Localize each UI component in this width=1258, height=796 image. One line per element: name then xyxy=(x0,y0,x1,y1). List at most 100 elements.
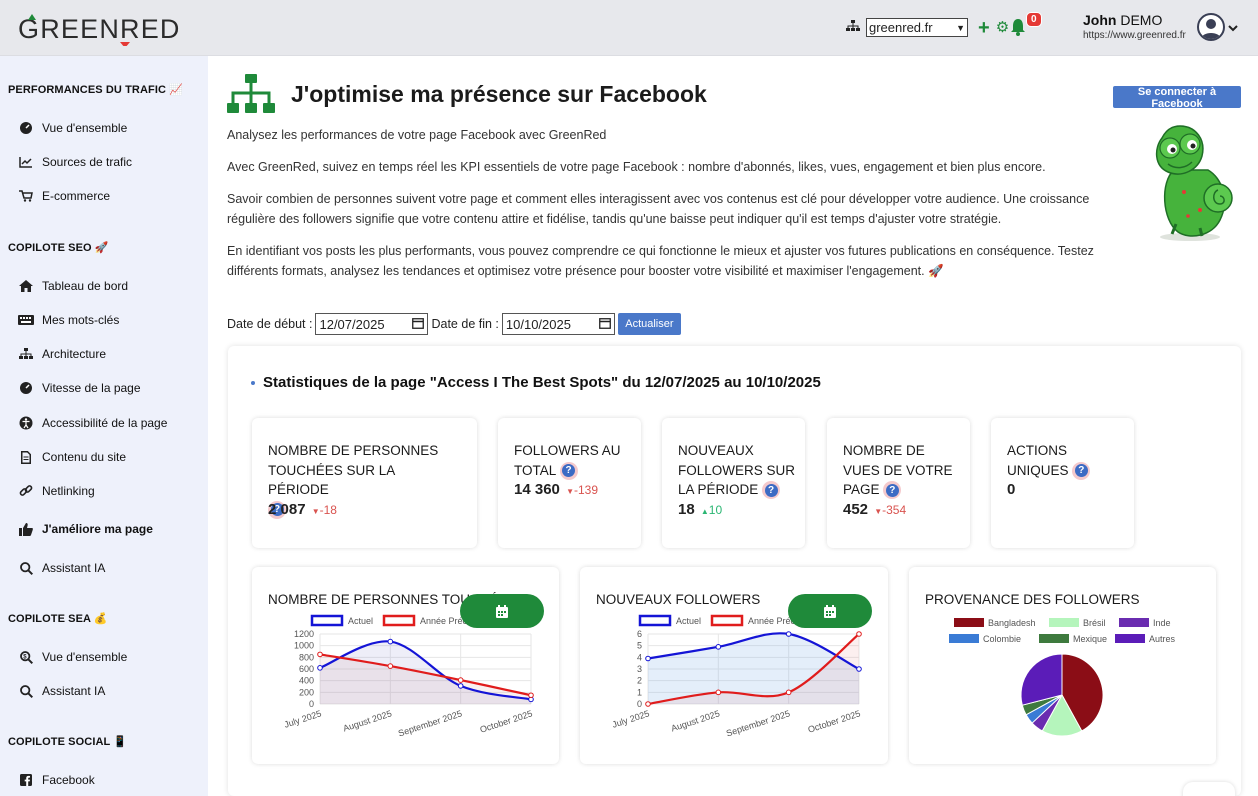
trend-down-icon: ▼ xyxy=(874,507,883,516)
keyboard-icon xyxy=(18,313,34,327)
top-bar: GREENRED greenred.fr ▼ + ⚙ 0 John DEMO h… xyxy=(0,0,1258,56)
legend-swatch xyxy=(954,618,984,627)
chevron-down-icon: ▼ xyxy=(956,22,965,33)
sidebar-item-netlinking[interactable]: Netlinking xyxy=(18,484,95,498)
sidebar-item-label: Vitesse de la page xyxy=(42,381,141,395)
legend-swatch xyxy=(1049,618,1079,627)
sidebar-item-page-speed[interactable]: Vitesse de la page xyxy=(18,381,141,395)
intro-paragraph-1: Analysez les performances de votre page … xyxy=(227,128,607,142)
date-end-input[interactable]: 10/10/2025 xyxy=(501,313,615,335)
kpi-delta: 10 xyxy=(708,503,723,517)
sitemap-hero-icon xyxy=(227,74,275,119)
data-point xyxy=(317,651,323,658)
x-tick-label: July 2025 xyxy=(283,708,323,729)
data-point xyxy=(387,663,394,669)
intro-paragraph-4: En identifiant vos posts les plus perfor… xyxy=(227,244,1094,278)
help-icon[interactable]: ? xyxy=(762,481,781,500)
kpi-value: 14 360 xyxy=(514,481,560,498)
pie-chart-follower-origin: Bangladesh Brésil Inde Colombie Mexique Autre… xyxy=(949,618,1176,737)
thumbs-up-icon xyxy=(18,522,34,536)
avatar[interactable] xyxy=(1197,13,1225,41)
y-tick-label: 1200 xyxy=(294,629,314,639)
legend-label: Colombie xyxy=(983,634,1021,644)
stats-title: Statistiques de la page "Access I The Be… xyxy=(263,374,821,391)
sidebar-item-label: Tableau de bord xyxy=(42,279,129,293)
search-dollar-icon: $ xyxy=(18,650,34,664)
user-menu-chevron-icon[interactable] xyxy=(1228,20,1238,38)
data-point xyxy=(317,665,323,671)
facebook-icon xyxy=(18,773,34,787)
chameleon-mascot-icon xyxy=(1140,120,1240,247)
y-tick-label: 0 xyxy=(637,699,642,709)
sidebar-item-ai-assistant-sea[interactable]: Assistant IA xyxy=(18,684,105,698)
cart-icon xyxy=(18,189,34,203)
calendar-icon xyxy=(412,317,425,332)
kpi-label: ACTIONS UNIQUES xyxy=(1007,443,1069,478)
date-range-button[interactable] xyxy=(788,594,872,628)
data-point xyxy=(715,644,722,650)
sidebar-item-ecommerce[interactable]: E-commerce xyxy=(18,189,110,203)
date-start-input[interactable]: 12/07/2025 xyxy=(315,313,429,335)
intro-paragraph-2: Avec GreenRed, suivez en temps réel les … xyxy=(227,160,1046,174)
chat-widget-button[interactable] xyxy=(1183,782,1235,796)
gear-icon[interactable]: ⚙ xyxy=(996,19,1009,36)
trend-down-icon: ▼ xyxy=(311,507,320,516)
search-icon xyxy=(18,684,34,698)
help-icon[interactable]: ? xyxy=(559,461,578,480)
help-icon[interactable]: ? xyxy=(883,481,902,500)
sidebar-item-sea-overview[interactable]: $ Vue d'ensemble xyxy=(18,650,127,664)
bell-icon[interactable] xyxy=(1010,18,1026,41)
sidebar-item-ai-assistant-seo[interactable]: Assistant IA xyxy=(18,561,105,575)
calendar-icon xyxy=(598,317,611,332)
chart-card-new-followers: NOUVEAUX FOLLOWERS Actuel Année Précédent… xyxy=(580,567,888,764)
chart-card-reach: NOMBRE DE PERSONNES TOUCHÉES Actuel Année… xyxy=(252,567,559,764)
intro-paragraph-3: Savoir combien de personnes suivent votr… xyxy=(227,192,1090,226)
kpi-card-unique-actions: ACTIONS UNIQUES ? 0 xyxy=(991,418,1134,548)
accessibility-icon xyxy=(18,416,34,430)
legend-swatch xyxy=(1115,634,1145,643)
y-tick-label: 4 xyxy=(637,652,642,662)
sidebar-item-label: Vue d'ensemble xyxy=(42,121,128,135)
svg-text:GREENRED: GREENRED xyxy=(18,14,181,44)
add-site-icon[interactable]: + xyxy=(978,18,990,38)
x-tick-label: July 2025 xyxy=(611,708,651,729)
refresh-button[interactable]: Actualiser xyxy=(617,313,681,335)
sidebar-item-site-content[interactable]: Contenu du site xyxy=(18,450,126,464)
user-first-name: John xyxy=(1083,12,1117,28)
data-point xyxy=(715,689,722,696)
connect-facebook-button[interactable]: Se connecter à Facebook xyxy=(1113,86,1241,110)
kpi-value: 452 xyxy=(843,501,869,518)
line-chart-icon xyxy=(18,155,34,169)
sidebar-item-improve-page[interactable]: J'améliore ma page xyxy=(18,522,153,536)
sidebar-item-accessibility[interactable]: Accessibilité de la page xyxy=(18,416,167,430)
document-icon xyxy=(18,450,34,464)
greenred-logo[interactable]: GREENRED xyxy=(18,12,188,46)
calendar-icon xyxy=(824,604,836,618)
sidebar-item-overview[interactable]: Vue d'ensemble xyxy=(18,121,127,135)
sidebar-item-label: Assistant IA xyxy=(42,684,106,698)
date-range-button[interactable] xyxy=(460,594,544,628)
data-point xyxy=(856,666,862,672)
trend-up-icon: ▲ xyxy=(700,507,709,516)
kpi-value: 18 xyxy=(678,501,695,518)
sidebar-item-facebook[interactable]: Facebook xyxy=(18,773,95,787)
sidebar-item-seo-dashboard[interactable]: Tableau de bord xyxy=(18,279,128,293)
sidebar-item-label: Mes mots-clés xyxy=(42,313,120,327)
section-title-seo: COPILOTE SEO 🚀 xyxy=(8,242,109,254)
kpi-card-reach: NOMBRE DE PERSONNES TOUCHÉES SUR LA PÉRI… xyxy=(252,418,477,548)
sidebar-item-traffic-sources[interactable]: Sources de trafic xyxy=(18,155,132,169)
help-icon[interactable]: ? xyxy=(1072,461,1091,480)
sidebar-item-keywords[interactable]: Mes mots-clés xyxy=(18,313,119,327)
site-select[interactable]: greenred.fr ▼ xyxy=(866,18,968,37)
kpi-delta: -139 xyxy=(573,483,599,497)
legend-swatch xyxy=(949,634,979,643)
search-icon xyxy=(18,561,34,575)
sidebar-item-label: Netlinking xyxy=(42,484,95,498)
legend-label: Autres xyxy=(1149,634,1176,644)
data-point xyxy=(645,655,651,662)
sidebar-item-architecture[interactable]: Architecture xyxy=(18,347,106,361)
data-point xyxy=(457,683,464,689)
notification-badge: 0 xyxy=(1026,12,1042,27)
y-tick-label: 600 xyxy=(299,664,314,674)
x-tick-label: October 2025 xyxy=(807,708,862,734)
